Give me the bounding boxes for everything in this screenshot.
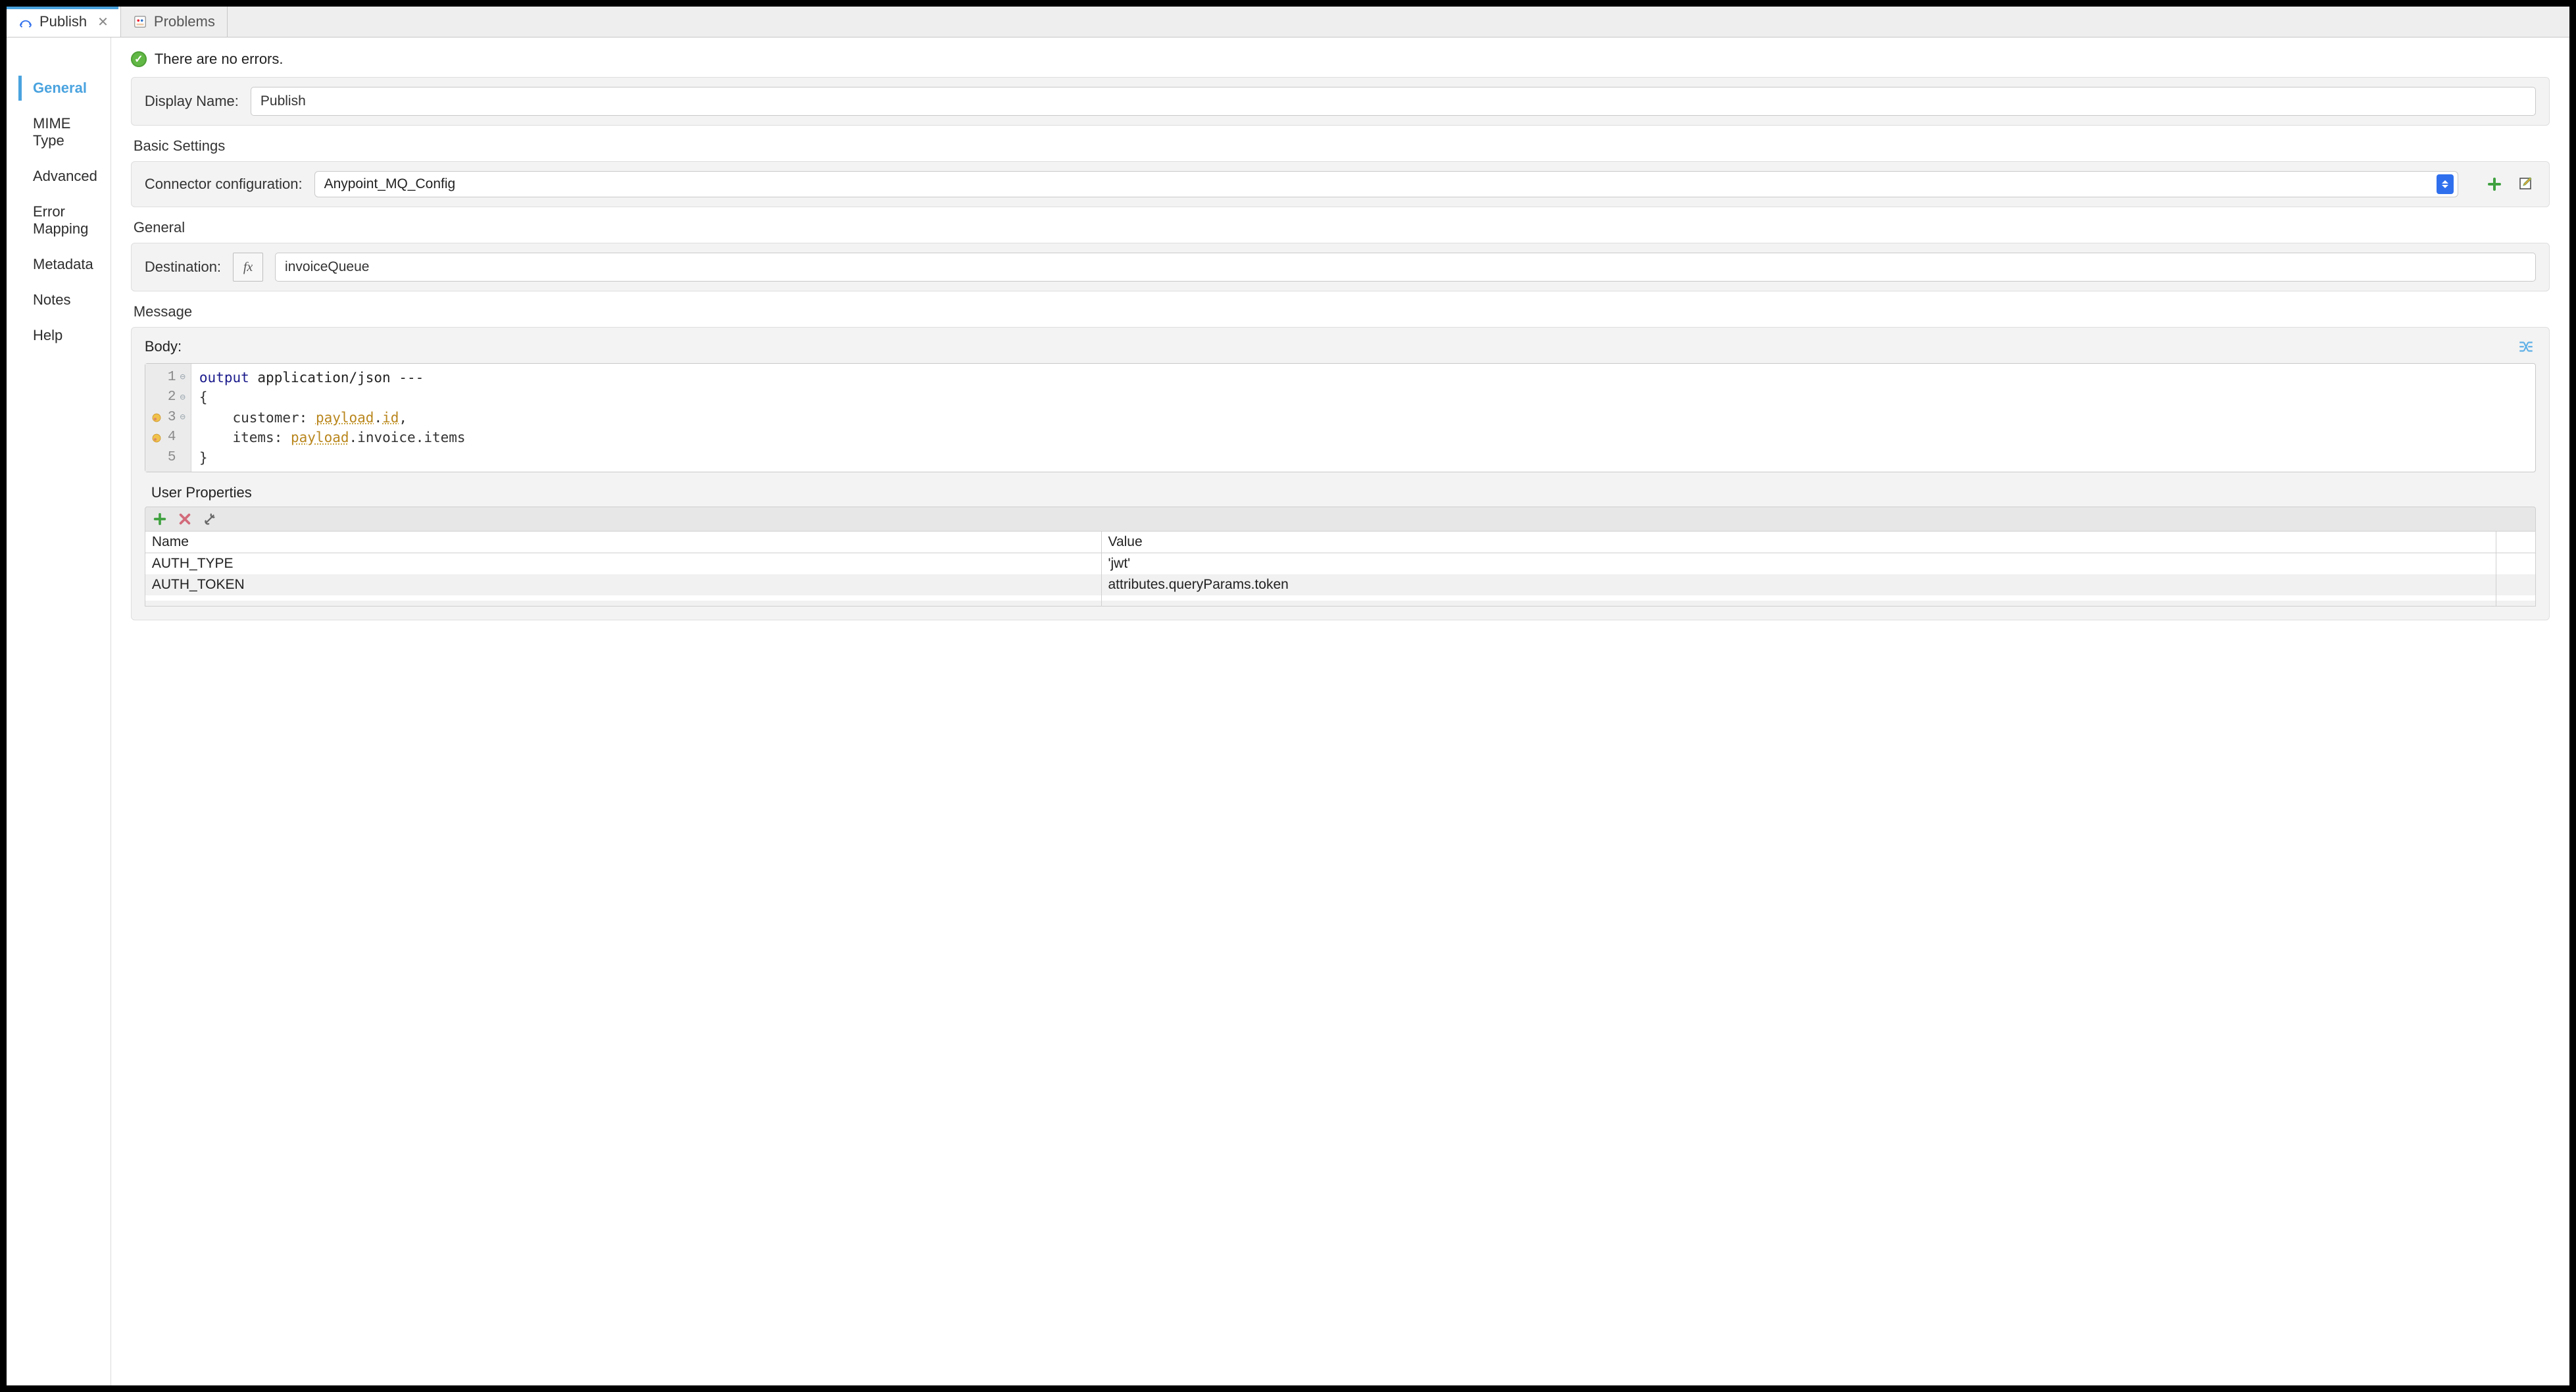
general-section-title: General xyxy=(134,219,2550,236)
mapper-icon[interactable] xyxy=(2516,337,2536,357)
cell-name[interactable]: AUTH_TOKEN xyxy=(145,574,1101,595)
sidebar-item-label: Advanced xyxy=(33,168,97,184)
edit-config-button[interactable] xyxy=(2516,174,2536,194)
code-content[interactable]: output application/json --- { customer: … xyxy=(191,364,2535,472)
close-icon[interactable]: ✕ xyxy=(97,14,109,30)
body-label: Body: xyxy=(145,338,182,355)
display-name-section: Display Name: xyxy=(131,77,2550,126)
cell-extra[interactable] xyxy=(2496,595,2535,601)
tab-label: Problems xyxy=(154,13,215,30)
app-frame: Publish ✕ Problems General MIME Type Adv… xyxy=(0,0,2576,1392)
message-section: Body: 12345 ⊖⊖⊖ output application/json … xyxy=(131,327,2550,620)
delete-row-button[interactable] xyxy=(177,511,193,527)
sidebar-item-label: Help xyxy=(33,327,62,343)
sidebar-item-mime-type[interactable]: MIME Type xyxy=(7,106,111,159)
cell-value[interactable] xyxy=(1101,601,2496,607)
tab-publish[interactable]: Publish ✕ xyxy=(7,7,121,37)
publish-icon xyxy=(18,14,33,29)
tab-problems[interactable]: Problems xyxy=(121,7,228,37)
cell-value[interactable] xyxy=(1101,595,2496,601)
add-config-button[interactable] xyxy=(2485,174,2504,194)
user-properties-table[interactable]: Name Value AUTH_TYPE'jwt'AUTH_TOKENattri… xyxy=(145,531,2536,607)
sidebar-item-label: Notes xyxy=(33,291,70,308)
user-properties-title: User Properties xyxy=(151,484,2536,501)
table-row[interactable] xyxy=(145,595,2535,601)
cell-extra[interactable] xyxy=(2496,574,2535,595)
sidebar-item-error-mapping[interactable]: Error Mapping xyxy=(7,194,111,247)
table-row[interactable] xyxy=(145,601,2535,607)
cell-value[interactable]: attributes.queryParams.token xyxy=(1101,574,2496,595)
user-properties-toolbar xyxy=(145,507,2536,531)
sidebar-item-general[interactable]: General xyxy=(7,70,111,106)
display-name-label: Display Name: xyxy=(145,93,239,110)
col-name[interactable]: Name xyxy=(145,532,1101,553)
add-row-button[interactable] xyxy=(152,511,168,527)
display-name-input[interactable] xyxy=(251,87,2536,116)
sidebar-item-advanced[interactable]: Advanced xyxy=(7,159,111,194)
col-extra[interactable] xyxy=(2496,532,2535,553)
connector-config-label: Connector configuration: xyxy=(145,176,303,193)
sidebar-item-label: Metadata xyxy=(33,256,93,272)
sidebar-item-label: MIME Type xyxy=(33,115,70,149)
dropdown-value: Anypoint_MQ_Config xyxy=(324,176,456,192)
sidebar-item-help[interactable]: Help xyxy=(7,318,111,353)
tab-label: Publish xyxy=(39,13,87,30)
check-icon: ✓ xyxy=(131,51,147,67)
destination-input[interactable] xyxy=(275,253,2536,282)
sidebar-item-label: General xyxy=(33,80,87,96)
cell-extra[interactable] xyxy=(2496,553,2535,575)
sidebar-item-notes[interactable]: Notes xyxy=(7,282,111,318)
table-row[interactable]: AUTH_TYPE'jwt' xyxy=(145,553,2535,575)
chevron-updown-icon xyxy=(2437,174,2454,194)
tools-button[interactable] xyxy=(202,511,218,527)
general-section: Destination: fx xyxy=(131,243,2550,291)
fx-button[interactable]: fx xyxy=(233,253,263,282)
table-row[interactable]: AUTH_TOKENattributes.queryParams.token xyxy=(145,574,2535,595)
status-row: ✓ There are no errors. xyxy=(131,51,2550,68)
body-code-editor[interactable]: 12345 ⊖⊖⊖ output application/json --- { … xyxy=(145,363,2536,472)
tab-strip: Publish ✕ Problems xyxy=(7,7,2569,37)
cell-value[interactable]: 'jwt' xyxy=(1101,553,2496,575)
destination-label: Destination: xyxy=(145,259,221,276)
sidebar-item-metadata[interactable]: Metadata xyxy=(7,247,111,282)
code-gutter: 12345 ⊖⊖⊖ xyxy=(145,364,191,472)
cell-name[interactable]: AUTH_TYPE xyxy=(145,553,1101,575)
cell-name[interactable] xyxy=(145,601,1101,607)
sidebar-item-label: Error Mapping xyxy=(33,203,88,237)
sidebar: General MIME Type Advanced Error Mapping… xyxy=(7,37,111,1385)
cell-extra[interactable] xyxy=(2496,601,2535,607)
connector-config-dropdown[interactable]: Anypoint_MQ_Config xyxy=(314,171,2458,197)
status-text: There are no errors. xyxy=(155,51,284,68)
cell-name[interactable] xyxy=(145,595,1101,601)
col-value[interactable]: Value xyxy=(1101,532,2496,553)
basic-settings-title: Basic Settings xyxy=(134,137,2550,155)
message-section-title: Message xyxy=(134,303,2550,320)
problems-icon xyxy=(133,14,147,29)
basic-settings-section: Connector configuration: Anypoint_MQ_Con… xyxy=(131,161,2550,207)
main-panel: ✓ There are no errors. Display Name: Bas… xyxy=(111,37,2569,1385)
